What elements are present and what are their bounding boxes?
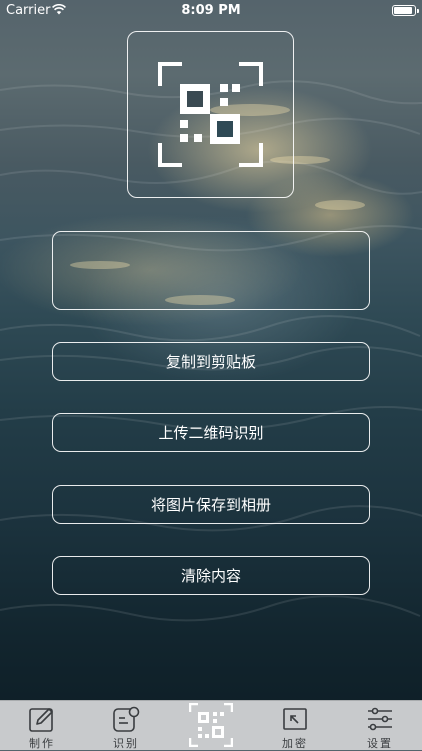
status-bar: Carrier 8:09 PM (0, 0, 422, 22)
status-time: 8:09 PM (181, 3, 241, 18)
tab-make-label: 制作 (29, 737, 55, 750)
tab-encrypt[interactable]: 加密 (253, 701, 337, 751)
clear-button-label: 清除内容 (180, 567, 241, 585)
qr-code-icon (189, 703, 233, 747)
battery-icon (392, 5, 419, 16)
clear-content-button[interactable]: 清除内容 (52, 556, 370, 595)
encrypt-arrow-icon (283, 708, 307, 730)
tab-settings[interactable]: 设置 (338, 701, 422, 751)
save-button-label: 将图片保存到相册 (150, 496, 271, 514)
copy-to-clipboard-button[interactable]: 复制到剪贴板 (52, 342, 370, 381)
tab-qr-code[interactable] (169, 701, 253, 751)
tab-recognize-label: 识别 (113, 737, 139, 750)
scan-document-icon (113, 706, 140, 732)
upload-button-label: 上传二维码识别 (158, 424, 264, 442)
tab-make[interactable]: 制作 (0, 701, 84, 751)
result-text-area[interactable] (52, 231, 370, 310)
tab-encrypt-label: 加密 (282, 737, 308, 750)
pencil-icon (29, 708, 53, 732)
upload-qr-recognize-button[interactable]: 上传二维码识别 (52, 413, 370, 452)
qr-placeholder-icon (158, 62, 263, 167)
qr-code-display[interactable] (127, 31, 294, 198)
save-to-album-button[interactable]: 将图片保存到相册 (52, 485, 370, 524)
tab-settings-label: 设置 (367, 737, 393, 750)
sliders-icon (368, 707, 392, 731)
tab-recognize[interactable]: 识别 (84, 701, 168, 751)
copy-button-label: 复制到剪贴板 (165, 353, 256, 371)
tab-bar: 制作 识别 加密 设置 (0, 700, 422, 750)
